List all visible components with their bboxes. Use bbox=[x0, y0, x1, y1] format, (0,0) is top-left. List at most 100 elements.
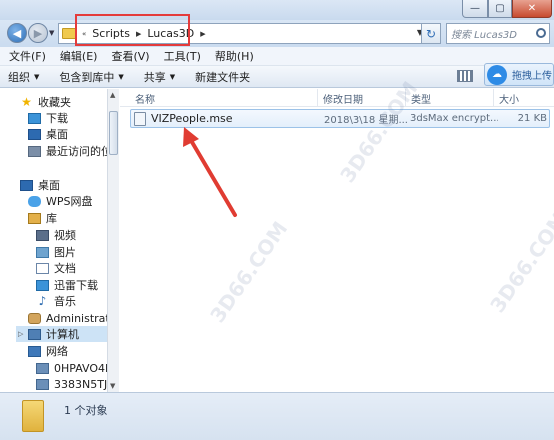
annotation-highlight-box bbox=[75, 14, 190, 46]
annotation-arrow bbox=[183, 127, 237, 217]
nav-label: 视频 bbox=[54, 229, 76, 242]
refresh-button[interactable]: ↻ bbox=[421, 23, 441, 44]
cloud-upload-label: 拖拽上传 bbox=[512, 71, 552, 82]
expand-arrow-icon[interactable]: ▷ bbox=[18, 330, 23, 338]
document-icon bbox=[36, 262, 49, 274]
close-button[interactable]: ✕ bbox=[512, 0, 552, 18]
cloud-drive-icon bbox=[28, 195, 41, 207]
star-icon: ★ bbox=[21, 94, 32, 109]
computer-icon bbox=[28, 328, 41, 340]
picture-icon bbox=[36, 246, 49, 258]
back-button[interactable]: ◀ bbox=[7, 23, 27, 43]
maximize-button[interactable]: ▢ bbox=[488, 0, 512, 18]
explorer-window: — ▢ ✕ ◀ ▶ ▼ « Scripts ▶ Lucas3D ▶ ▼ ↻ 搜索… bbox=[0, 0, 554, 440]
recent-places-icon bbox=[28, 145, 41, 157]
nav-label: 3383N5TJXII8 bbox=[54, 377, 107, 391]
menu-tools[interactable]: 工具(T) bbox=[164, 48, 201, 64]
desktop-icon bbox=[28, 128, 41, 140]
cloud-icon: ☁ bbox=[487, 64, 507, 85]
column-name[interactable]: 名称 bbox=[130, 89, 318, 107]
menu-bar: 文件(F) 编辑(E) 查看(V) 工具(T) 帮助(H) bbox=[0, 47, 554, 66]
scroll-down-icon[interactable]: ▼ bbox=[110, 382, 115, 390]
nav-thunder-downloads[interactable]: 迅雷下载 bbox=[36, 277, 98, 293]
download-folder-icon bbox=[28, 112, 41, 124]
folder-icon bbox=[22, 400, 44, 432]
chevron-down-icon: ▼ bbox=[169, 72, 176, 81]
nav-wps-drive[interactable]: WPS网盘 bbox=[28, 193, 93, 209]
nav-label: 桌面 bbox=[46, 128, 68, 141]
include-library-button[interactable]: 包含到库中 ▼ bbox=[59, 69, 123, 85]
nav-label: 网络 bbox=[46, 345, 68, 358]
nav-downloads[interactable]: 下载 bbox=[28, 110, 68, 126]
nav-pictures[interactable]: 图片 bbox=[36, 244, 76, 260]
search-icon bbox=[536, 28, 546, 38]
nav-label: WPS网盘 bbox=[46, 195, 93, 208]
new-folder-button[interactable]: 新建文件夹 bbox=[195, 69, 250, 85]
computer-icon bbox=[36, 378, 49, 390]
share-button[interactable]: 共享 ▼ bbox=[144, 69, 175, 85]
nav-desktop-favorite[interactable]: 桌面 bbox=[28, 126, 68, 142]
cloud-upload-button[interactable]: ☁ 拖拽上传 bbox=[484, 63, 554, 86]
search-placeholder: 搜索 Lucas3D bbox=[451, 30, 517, 41]
nav-label: 库 bbox=[46, 212, 57, 225]
scrollbar-thumb[interactable] bbox=[109, 111, 118, 155]
network-icon bbox=[28, 345, 41, 357]
item-count: 1 个对象 bbox=[64, 404, 108, 417]
file-size-cell: 21 KB bbox=[517, 113, 547, 124]
nav-label: 音乐 bbox=[54, 295, 76, 308]
arrow-shaft bbox=[187, 135, 237, 217]
recent-pages-dropdown[interactable]: ▼ bbox=[49, 29, 54, 37]
nav-music[interactable]: ♪ 音乐 bbox=[36, 293, 76, 309]
organize-button[interactable]: 组织 ▼ bbox=[8, 69, 39, 85]
file-name: VIZPeople.mse bbox=[151, 112, 233, 125]
desktop-icon bbox=[20, 179, 33, 191]
folder-icon bbox=[62, 28, 76, 39]
chevron-right-icon[interactable]: ▶ bbox=[200, 30, 205, 38]
nav-label: 下载 bbox=[46, 112, 68, 125]
nav-network[interactable]: 网络 bbox=[28, 343, 68, 359]
menu-edit[interactable]: 编辑(E) bbox=[60, 48, 98, 64]
search-input[interactable]: 搜索 Lucas3D bbox=[446, 23, 550, 44]
nav-label: 最近访问的位置 bbox=[46, 145, 107, 158]
file-icon bbox=[134, 111, 146, 126]
nav-computer[interactable]: ▷ 计算机 bbox=[16, 326, 107, 342]
nav-label: 文档 bbox=[54, 262, 76, 275]
nav-label: 迅雷下载 bbox=[54, 279, 98, 292]
forward-button[interactable]: ▶ bbox=[28, 23, 48, 43]
menu-file[interactable]: 文件(F) bbox=[9, 48, 46, 64]
nav-administrator[interactable]: Administrator bbox=[28, 310, 107, 326]
file-type-cell: 3dsMax encrypt... bbox=[410, 113, 498, 124]
nav-label: Administrator bbox=[46, 311, 107, 325]
nav-recent-places[interactable]: 最近访问的位置 bbox=[28, 143, 107, 159]
nav-label: 计算机 bbox=[46, 328, 79, 341]
navigation-scrollbar[interactable]: ▲ ▼ bbox=[107, 89, 119, 392]
download-folder-icon bbox=[36, 279, 49, 291]
include-library-label: 包含到库中 bbox=[59, 70, 115, 84]
menu-help[interactable]: 帮助(H) bbox=[215, 48, 254, 64]
nav-host-1[interactable]: 0HPAVO4F6Q bbox=[36, 360, 107, 376]
menu-view[interactable]: 查看(V) bbox=[111, 48, 149, 64]
share-label: 共享 bbox=[143, 70, 166, 84]
column-header-row: 名称 修改日期 类型 大小 bbox=[120, 89, 554, 107]
computer-icon bbox=[36, 362, 49, 374]
scroll-up-icon[interactable]: ▲ bbox=[110, 91, 115, 99]
status-bar: 1 个对象 bbox=[0, 392, 554, 440]
nav-videos[interactable]: 视频 bbox=[36, 227, 76, 243]
user-folder-icon bbox=[28, 312, 41, 324]
nav-libraries[interactable]: 库 bbox=[28, 210, 57, 226]
nav-host-2[interactable]: 3383N5TJXII8 bbox=[36, 376, 107, 392]
nav-documents[interactable]: 文档 bbox=[36, 260, 76, 276]
chevron-down-icon: ▼ bbox=[118, 72, 124, 81]
minimize-button[interactable]: — bbox=[462, 0, 488, 18]
video-icon bbox=[36, 229, 49, 241]
organize-label: 组织 bbox=[8, 70, 30, 84]
music-icon: ♪ bbox=[38, 293, 47, 308]
nav-label: 图片 bbox=[54, 246, 76, 259]
column-size[interactable]: 大小 bbox=[494, 89, 552, 107]
nav-favorites[interactable]: ★ 收藏夹 bbox=[20, 94, 71, 110]
nav-label: 0HPAVO4F6Q bbox=[54, 361, 107, 375]
view-options-icon[interactable] bbox=[457, 70, 473, 82]
navigation-pane: ★ 收藏夹 下载 桌面 最近访问的位置 桌面 WPS网盘 库 视频 图片 文档 迅… bbox=[0, 89, 107, 392]
nav-desktop[interactable]: 桌面 bbox=[20, 177, 60, 193]
nav-label: 桌面 bbox=[38, 179, 60, 192]
